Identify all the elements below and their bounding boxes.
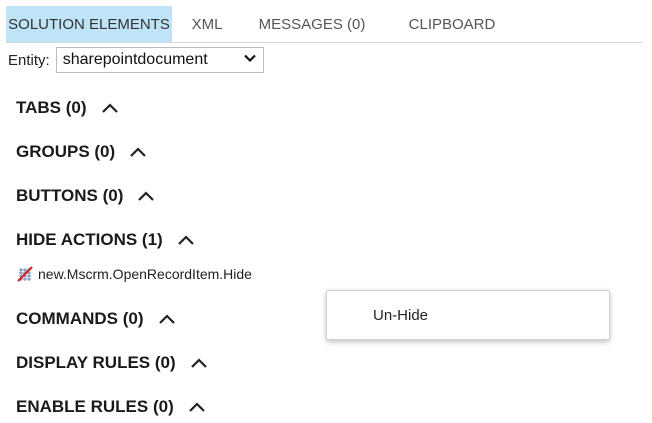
section-buttons[interactable]: BUTTONS (0) bbox=[16, 186, 155, 206]
section-commands[interactable]: COMMANDS (0) bbox=[16, 309, 176, 329]
section-groups[interactable]: GROUPS (0) bbox=[16, 142, 147, 162]
section-buttons-label: BUTTONS (0) bbox=[16, 186, 124, 205]
section-hide-actions[interactable]: HIDE ACTIONS (1) bbox=[16, 230, 195, 250]
chevron-up-icon[interactable] bbox=[188, 401, 206, 413]
chevron-up-icon[interactable] bbox=[190, 357, 208, 369]
hide-action-label: new.Mscrm.OpenRecordItem.Hide bbox=[38, 266, 252, 282]
chevron-down-icon bbox=[243, 51, 257, 70]
tab-messages[interactable]: MESSAGES (0) bbox=[242, 6, 382, 42]
chevron-up-icon[interactable] bbox=[137, 190, 155, 202]
entity-row: Entity: sharepointdocument bbox=[6, 46, 286, 74]
tab-bar: SOLUTION ELEMENTS XML MESSAGES (0) CLIPB… bbox=[6, 6, 642, 43]
section-commands-label: COMMANDS (0) bbox=[16, 309, 144, 328]
ribbon-editor-panel: SOLUTION ELEMENTS XML MESSAGES (0) CLIPB… bbox=[6, 6, 646, 418]
section-display-rules-label: DISPLAY RULES (0) bbox=[16, 353, 176, 372]
section-display-rules[interactable]: DISPLAY RULES (0) bbox=[16, 353, 208, 373]
section-tabs[interactable]: TABS (0) bbox=[16, 98, 119, 118]
context-menu-unhide[interactable]: Un-Hide bbox=[327, 291, 609, 339]
tab-solution-elements[interactable]: SOLUTION ELEMENTS bbox=[6, 6, 172, 42]
hidden-element-icon bbox=[16, 265, 34, 283]
chevron-up-icon[interactable] bbox=[158, 313, 176, 325]
section-enable-rules[interactable]: ENABLE RULES (0) bbox=[16, 397, 206, 417]
section-hide-actions-label: HIDE ACTIONS (1) bbox=[16, 230, 163, 249]
chevron-up-icon[interactable] bbox=[129, 146, 147, 158]
chevron-up-icon[interactable] bbox=[177, 234, 195, 246]
entity-label: Entity: bbox=[8, 51, 50, 69]
section-groups-label: GROUPS (0) bbox=[16, 142, 116, 161]
context-menu: Un-Hide bbox=[326, 290, 610, 340]
chevron-up-icon[interactable] bbox=[101, 102, 119, 114]
section-tabs-label: TABS (0) bbox=[16, 98, 87, 117]
entity-select-value: sharepointdocument bbox=[62, 51, 208, 68]
section-enable-rules-label: ENABLE RULES (0) bbox=[16, 397, 174, 416]
tab-clipboard[interactable]: CLIPBOARD bbox=[382, 6, 522, 42]
entity-select[interactable]: sharepointdocument bbox=[55, 47, 264, 73]
hide-action-item[interactable]: new.Mscrm.OpenRecordItem.Hide bbox=[16, 264, 252, 284]
tab-xml[interactable]: XML bbox=[172, 6, 242, 42]
